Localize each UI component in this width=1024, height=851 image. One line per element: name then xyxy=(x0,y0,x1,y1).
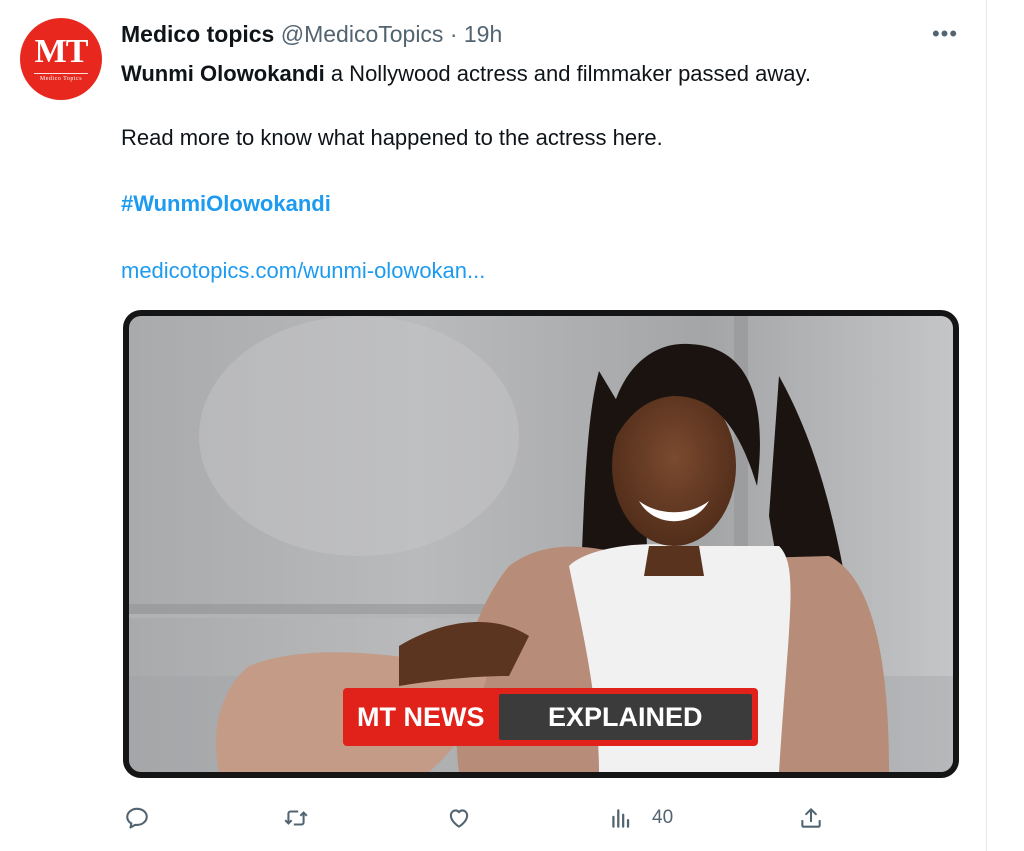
tweet-text-line-1: Wunmi Olowokandi a Nollywood actress and… xyxy=(121,60,811,88)
tweet-text-rest: a Nollywood actress and filmmaker passed… xyxy=(324,61,811,86)
share-button[interactable] xyxy=(798,798,824,838)
avatar-subtitle: Medico Topics xyxy=(39,76,83,82)
avatar-monogram: MT xyxy=(34,33,89,70)
banner-brand-text: MT NEWS xyxy=(357,701,485,732)
tweet-header: Medico topics @MedicoTopics · 19h xyxy=(121,20,502,48)
like-button[interactable] xyxy=(446,798,472,838)
retweet-icon xyxy=(284,810,308,826)
reply-button[interactable] xyxy=(124,798,150,838)
reply-icon xyxy=(126,807,148,829)
article-link[interactable]: medicotopics.com/wunmi-olowokan... xyxy=(121,257,485,285)
banner-explained-text: EXPLAINED xyxy=(498,694,752,740)
views-bar-icon xyxy=(612,809,630,828)
avatar-divider xyxy=(34,73,88,74)
retweet-button[interactable] xyxy=(283,798,309,838)
tweet-timestamp[interactable]: 19h xyxy=(464,21,502,47)
more-icon: ••• xyxy=(931,21,959,46)
author-name[interactable]: Medico topics xyxy=(121,21,274,47)
heart-icon xyxy=(449,809,469,828)
more-options-button[interactable]: ••• xyxy=(929,20,961,48)
mention-text: Wunmi Olowokandi xyxy=(121,61,325,86)
tweet-media-image[interactable]: MT NEWS EXPLAINED xyxy=(123,310,959,778)
avatar[interactable]: MT Medico Topics xyxy=(20,18,102,100)
hashtag-link[interactable]: #WunmiOlowokandi xyxy=(121,190,331,218)
column-divider xyxy=(986,0,987,851)
header-separator: · xyxy=(449,21,458,47)
tweet-actions-bar: 40 xyxy=(0,798,1024,838)
views-count: 40 xyxy=(652,807,674,828)
views-button[interactable]: 40 xyxy=(608,798,673,838)
tweet-text-line-2: Read more to know what happened to the a… xyxy=(121,125,663,150)
news-banner: MT NEWS EXPLAINED xyxy=(343,688,758,746)
author-handle[interactable]: @MedicoTopics xyxy=(281,21,444,47)
share-icon xyxy=(801,808,821,828)
